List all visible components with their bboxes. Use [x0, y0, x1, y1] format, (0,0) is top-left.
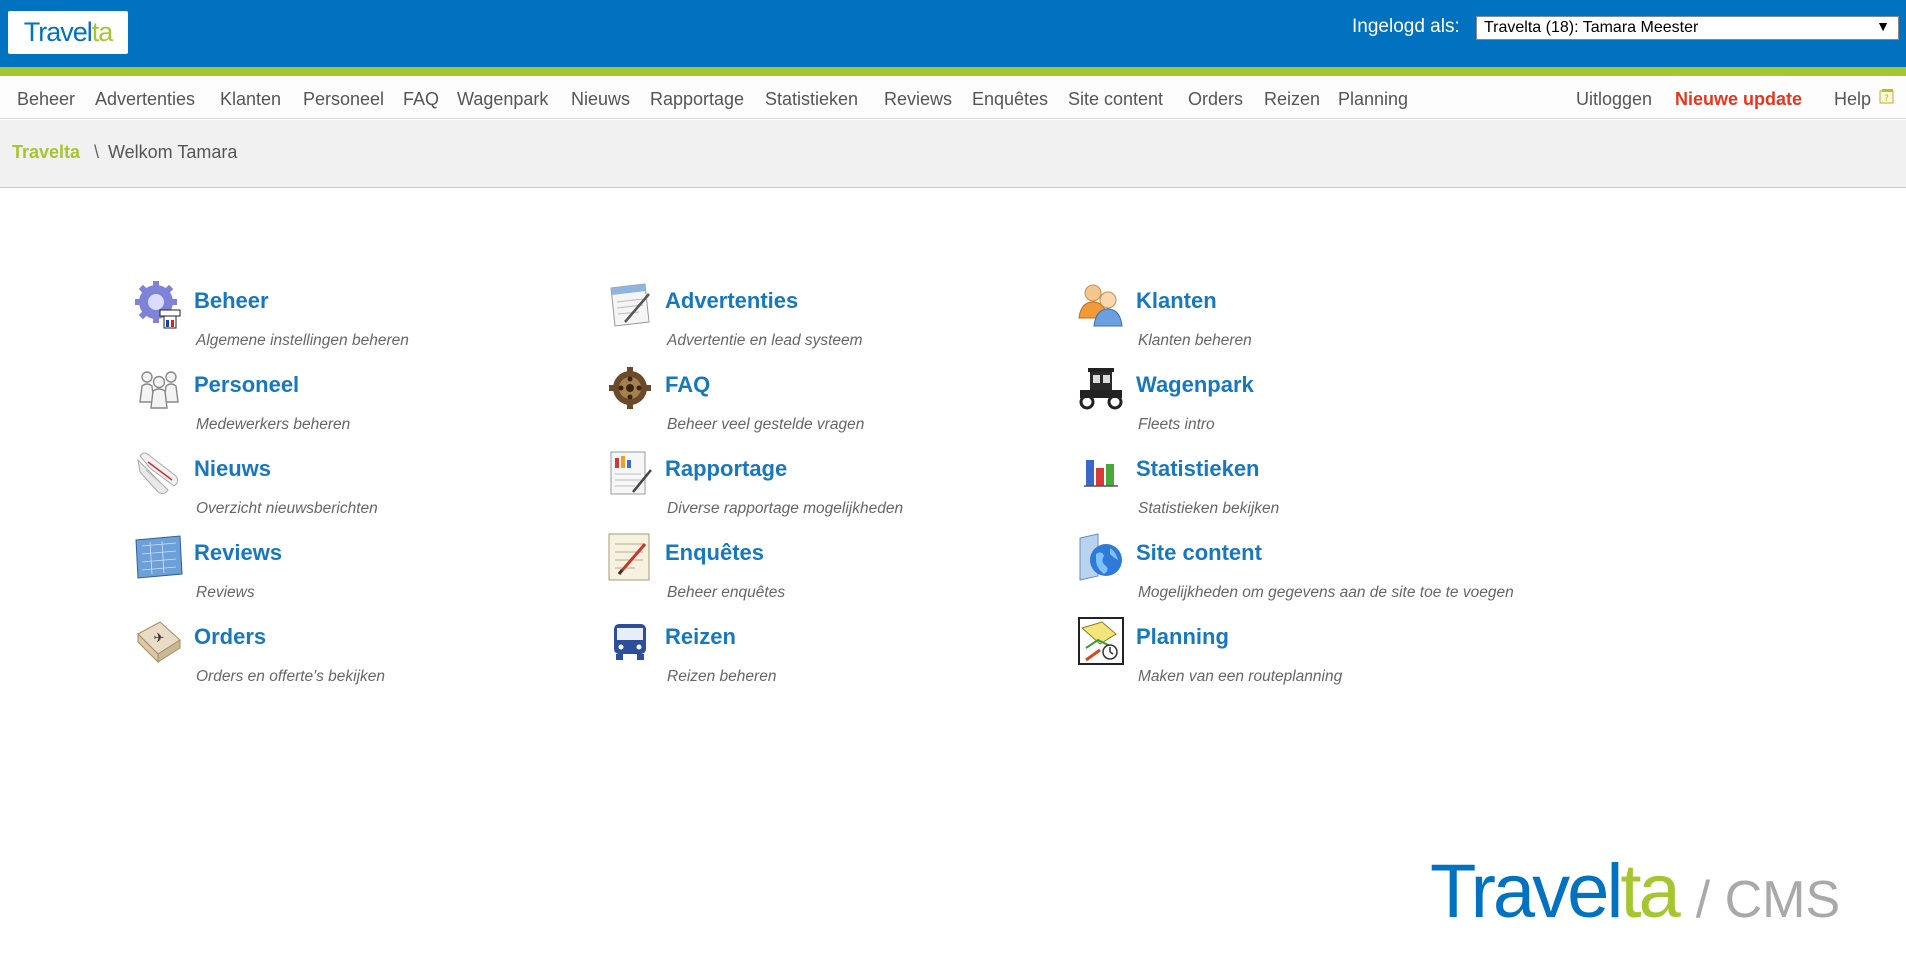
- tile-desc: Diverse rapportage mogelijkheden: [667, 500, 904, 517]
- breadcrumb-current: Welkom Tamara: [108, 142, 238, 162]
- tile-desc: Reizen beheren: [667, 668, 777, 685]
- top-header: Travelta Ingelogd als: Travelta (18): Ta…: [0, 0, 1906, 67]
- tile-planning[interactable]: Planning Maken van een routeplanning: [1076, 614, 1516, 698]
- tile-desc: Beheer enquêtes: [667, 584, 786, 601]
- nav-item-reviews[interactable]: Reviews: [884, 89, 952, 110]
- users-icon: [1076, 278, 1126, 332]
- tile-enquetes[interactable]: Enquêtes Beheer enquêtes: [605, 530, 1045, 614]
- tile-desc: Beheer veel gestelde vragen: [667, 416, 865, 433]
- tile-personeel[interactable]: Personeel Medewerkers beheren: [134, 362, 574, 446]
- dropdown-arrow-icon: ▼: [1876, 18, 1890, 34]
- tile-desc: Maken van een routeplanning: [1138, 668, 1343, 685]
- tile-nieuws[interactable]: Nieuws Overzicht nieuwsberichten: [134, 446, 574, 530]
- tile-advertenties[interactable]: Advertenties Advertentie en lead systeem: [605, 278, 1045, 362]
- nav-item-nieuws[interactable]: Nieuws: [571, 89, 630, 110]
- new-update-link[interactable]: Nieuwe update: [1675, 89, 1802, 110]
- survey-icon: [605, 530, 655, 584]
- tile-faq[interactable]: FAQ Beheer veel gestelde vragen: [605, 362, 1045, 446]
- breadcrumb: Travelta \ Welkom Tamara: [0, 120, 1906, 188]
- blueprint-icon: [134, 530, 184, 584]
- breadcrumb-separator: \: [94, 142, 100, 162]
- tile-desc: Klanten beheren: [1138, 332, 1252, 349]
- footer-cms-logo: Travelta / CMS: [1430, 848, 1840, 935]
- tile-title[interactable]: Reizen: [665, 624, 736, 650]
- tile-title[interactable]: Orders: [194, 624, 266, 650]
- tile-title[interactable]: Beheer: [194, 288, 269, 314]
- footer-cms-label: / CMS: [1695, 871, 1841, 929]
- tile-orders[interactable]: ✈ Orders Orders en offerte's bekijken: [134, 614, 574, 698]
- logo-text-part1: Travel: [23, 17, 93, 47]
- tile-beheer[interactable]: Beheer Algemene instellingen beheren: [134, 278, 574, 362]
- bar-chart-icon: [1076, 446, 1126, 500]
- tile-title[interactable]: Planning: [1136, 624, 1229, 650]
- tile-title[interactable]: Advertenties: [665, 288, 798, 314]
- vintage-car-icon: [1076, 362, 1126, 416]
- tile-title[interactable]: Rapportage: [665, 456, 787, 482]
- cog-wheel-icon: [605, 362, 655, 416]
- nav-item-site-content[interactable]: Site content: [1068, 89, 1163, 110]
- globe-icon: [1076, 530, 1126, 584]
- user-select[interactable]: Travelta (18): Tamara Meester ▼: [1476, 16, 1899, 40]
- tile-statistieken[interactable]: Statistieken Statistieken bekijken: [1076, 446, 1516, 530]
- airmail-icon: ✈: [134, 614, 184, 668]
- tile-title[interactable]: Enquêtes: [665, 540, 764, 566]
- tile-title[interactable]: Personeel: [194, 372, 299, 398]
- tile-desc: Mogelijkheden om gegevens aan de site to…: [1138, 584, 1514, 601]
- tile-desc: Statistieken bekijken: [1138, 500, 1280, 517]
- planning-map-icon: [1076, 614, 1126, 668]
- nav-item-personeel[interactable]: Personeel: [303, 89, 384, 110]
- tile-klanten[interactable]: Klanten Klanten beheren: [1076, 278, 1516, 362]
- nav-item-rapportage[interactable]: Rapportage: [650, 89, 744, 110]
- breadcrumb-home[interactable]: Travelta: [12, 142, 80, 163]
- people-outline-icon: [134, 362, 184, 416]
- tile-desc: Medewerkers beheren: [196, 416, 351, 433]
- notepad-icon: [605, 278, 655, 332]
- tile-desc: Advertentie en lead systeem: [667, 332, 863, 349]
- tile-wagenpark[interactable]: Wagenpark Fleets intro: [1076, 362, 1516, 446]
- tile-title[interactable]: Reviews: [194, 540, 282, 566]
- tile-desc: Reviews: [196, 584, 255, 601]
- help-link[interactable]: Help: [1834, 89, 1871, 110]
- tile-site-content[interactable]: Site content Mogelijkheden om gegevens a…: [1076, 530, 1516, 614]
- bus-icon: [605, 614, 655, 668]
- header-accent-stripe: [0, 67, 1906, 76]
- scroll-icon: [134, 446, 184, 500]
- nav-item-statistieken[interactable]: Statistieken: [765, 89, 858, 110]
- tile-desc: Fleets intro: [1138, 416, 1215, 433]
- tile-desc: Overzicht nieuwsberichten: [196, 500, 378, 517]
- gear-icon: [134, 278, 184, 332]
- tile-title[interactable]: Klanten: [1136, 288, 1217, 314]
- nav-item-enquetes[interactable]: Enquêtes: [972, 89, 1048, 110]
- nav-item-reizen[interactable]: Reizen: [1264, 89, 1320, 110]
- nav-item-orders[interactable]: Orders: [1188, 89, 1243, 110]
- tile-reviews[interactable]: Reviews Reviews: [134, 530, 574, 614]
- tile-title[interactable]: Nieuws: [194, 456, 271, 482]
- nav-item-planning[interactable]: Planning: [1338, 89, 1408, 110]
- nav-item-faq[interactable]: FAQ: [403, 89, 439, 110]
- svg-text:✈: ✈: [154, 631, 165, 646]
- travelta-logo[interactable]: Travelta: [8, 11, 128, 54]
- nav-item-beheer[interactable]: Beheer: [17, 89, 75, 110]
- help-icon[interactable]: ?: [1878, 88, 1896, 110]
- tile-desc: Algemene instellingen beheren: [196, 332, 409, 349]
- tile-reizen[interactable]: Reizen Reizen beheren: [605, 614, 1045, 698]
- tile-rapportage[interactable]: Rapportage Diverse rapportage mogelijkhe…: [605, 446, 1045, 530]
- nav-item-wagenpark[interactable]: Wagenpark: [457, 89, 548, 110]
- main-nav: Beheer Advertenties Klanten Personeel FA…: [0, 76, 1906, 119]
- user-select-value: Travelta (18): Tamara Meester: [1484, 19, 1699, 36]
- tile-desc: Orders en offerte's bekijken: [196, 668, 386, 685]
- tile-title[interactable]: FAQ: [665, 372, 710, 398]
- report-icon: [605, 446, 655, 500]
- svg-text:?: ?: [1884, 94, 1889, 104]
- logo-text-part2: ta: [91, 17, 114, 47]
- footer-logo-part2: ta: [1620, 849, 1680, 934]
- nav-item-advertenties[interactable]: Advertenties: [95, 89, 195, 110]
- tile-title[interactable]: Statistieken: [1136, 456, 1260, 482]
- logout-link[interactable]: Uitloggen: [1576, 89, 1652, 110]
- tile-title[interactable]: Site content: [1136, 540, 1262, 566]
- footer-logo-part1: Travel: [1430, 849, 1623, 934]
- nav-item-klanten[interactable]: Klanten: [220, 89, 281, 110]
- tile-title[interactable]: Wagenpark: [1136, 372, 1254, 398]
- login-label: Ingelogd als:: [1352, 16, 1460, 37]
